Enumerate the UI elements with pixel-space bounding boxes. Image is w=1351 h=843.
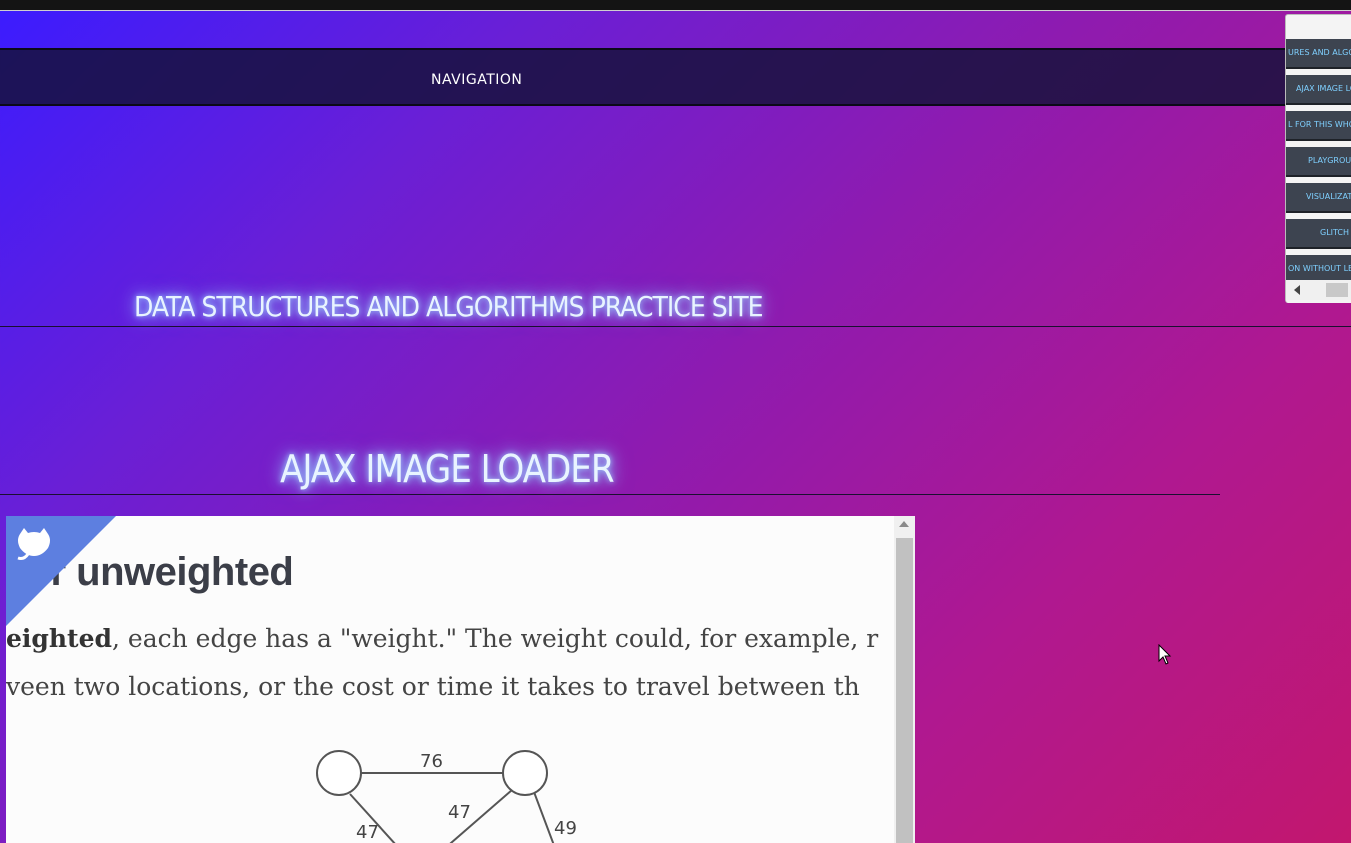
edge-weight: 76 [420,751,443,772]
image-viewer[interactable]: d or unweighted eighted, each edge has a… [6,516,915,843]
sidebar-item-visualization[interactable]: VISUALIZAT [1286,183,1351,213]
sidebar-item-label: PLAYGROU [1308,156,1351,165]
weighted-graph-diagram: 76 47 47 49 [316,750,577,843]
section-divider [0,326,1351,327]
sidebar-item-label: ON WITHOUT LE [1288,264,1351,273]
scroll-left-icon[interactable] [1294,285,1300,295]
side-navigation-panel: URES AND ALGORI AJAX IMAGE LO L FOR THIS… [1285,14,1351,303]
scroll-thumb[interactable] [896,538,913,843]
horizontal-scroll-thumb[interactable] [1326,283,1348,297]
mouse-cursor-icon [1158,644,1172,665]
graph-node [502,750,548,796]
sidebar-item-data-structures[interactable]: URES AND ALGORI [1286,39,1351,69]
sidebar-horizontal-scrollbar[interactable] [1286,280,1351,300]
top-divider [0,10,1351,11]
github-octocat-icon[interactable] [14,524,54,564]
site-title: DATA STRUCTURES AND ALGORITHMS PRACTICE … [134,290,764,323]
section-divider-2 [0,494,1220,495]
sidebar-item-label: VISUALIZAT [1306,192,1351,201]
navigation-label[interactable]: NAVIGATION [431,72,522,88]
loaded-image: d or unweighted eighted, each edge has a… [6,516,894,843]
edge-weight: 47 [356,822,379,843]
edge-weight: 49 [554,818,577,839]
graph-node [316,750,362,796]
browser-top-bar [0,0,1351,10]
sidebar-item-ajax-image-loader[interactable]: AJAX IMAGE LO [1286,75,1351,105]
sidebar-item-playground[interactable]: PLAYGROU [1286,147,1351,177]
scroll-up-icon[interactable] [899,521,909,527]
sidebar-item-label: GLITCH [1320,228,1350,237]
viewer-scrollbar[interactable] [894,516,915,843]
sidebar-item-glitch[interactable]: GLITCH [1286,219,1351,249]
sidebar-item-label: URES AND ALGORI [1288,48,1351,57]
navigation-bar[interactable]: NAVIGATION [0,48,1351,106]
sidebar-item-label: L FOR THIS WHOL [1288,120,1351,129]
sidebar-item-full-site[interactable]: L FOR THIS WHOL [1286,111,1351,141]
section-title: AJAX IMAGE LOADER [280,447,615,491]
sidebar-item-label: AJAX IMAGE LO [1296,84,1351,93]
edge-weight: 47 [448,802,471,823]
